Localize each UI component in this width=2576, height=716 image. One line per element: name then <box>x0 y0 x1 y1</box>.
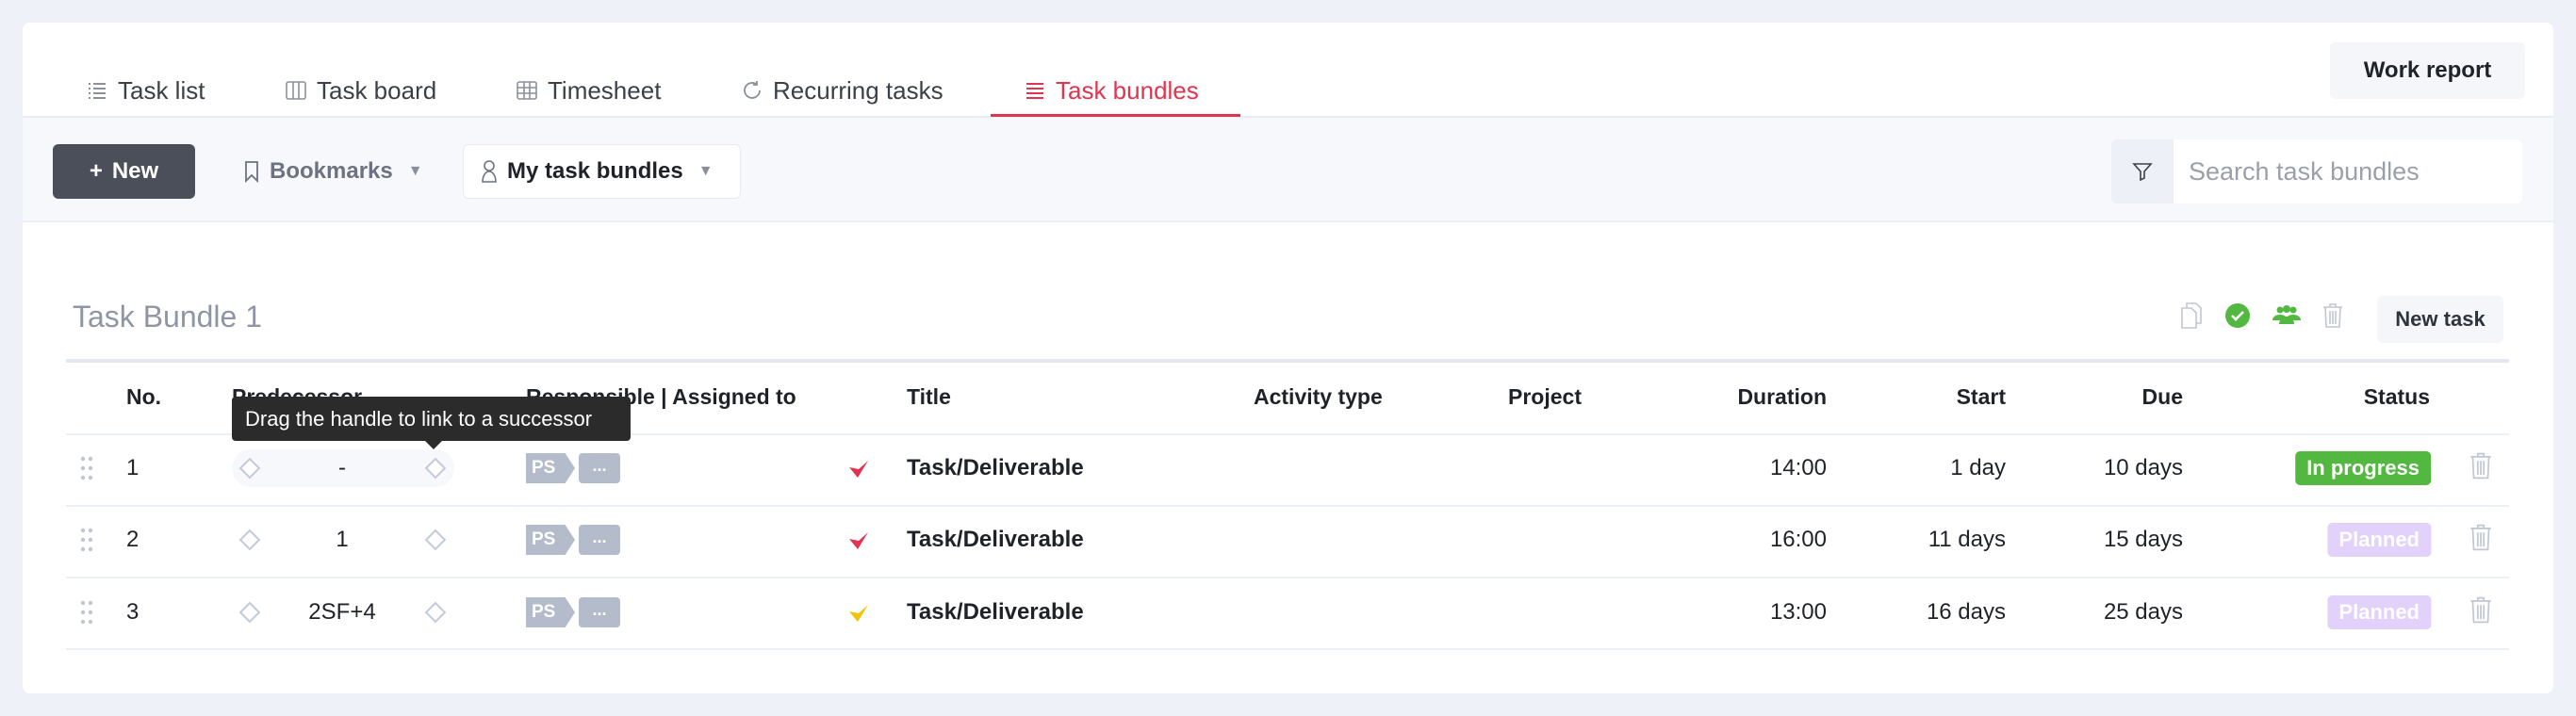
board-icon <box>286 81 306 100</box>
filter-icon <box>2132 163 2153 182</box>
duration: 16:00 <box>1769 527 1827 552</box>
due: 25 days <box>2103 599 2183 625</box>
search-input[interactable] <box>2174 139 2522 203</box>
new-button[interactable]: + New <box>53 144 195 199</box>
drag-handle-icon[interactable] <box>80 456 93 480</box>
start: 1 day <box>1950 455 2006 480</box>
tab-task-board[interactable]: Task board <box>285 70 436 111</box>
check-circle-icon[interactable] <box>2222 300 2254 332</box>
refresh-icon <box>744 81 761 99</box>
task-title[interactable]: Task/Deliverable <box>907 527 1084 553</box>
responsible-badge[interactable]: PS <box>526 525 575 555</box>
new-label: New <box>111 158 159 184</box>
assignee-badges[interactable]: PS... <box>526 525 620 555</box>
row-number: 3 <box>126 599 139 625</box>
column-header-duration[interactable]: Duration <box>1737 384 1827 410</box>
column-header-title[interactable]: Title <box>907 384 951 410</box>
user-icon <box>482 160 497 183</box>
tab-task-bundles[interactable]: Task bundles <box>1024 70 1199 111</box>
more-assignees-badge[interactable]: ... <box>579 525 620 555</box>
status-badge[interactable]: In progress <box>2295 451 2431 485</box>
tab-timesheet[interactable]: Timesheet <box>516 70 661 111</box>
row-divider <box>66 505 2509 507</box>
bundle-title: Task Bundle 1 <box>73 300 263 334</box>
search-box <box>2111 139 2522 203</box>
new-task-button[interactable]: New task <box>2377 296 2503 343</box>
copy-icon[interactable] <box>2175 300 2207 332</box>
tooltip: Drag the handle to link to a successor <box>232 397 631 449</box>
duration: 13:00 <box>1769 599 1827 625</box>
column-header-activity-type[interactable]: Activity type <box>1254 384 1383 410</box>
due: 10 days <box>2103 455 2183 480</box>
duration: 14:00 <box>1769 455 1827 480</box>
column-header-project[interactable]: Project <box>1508 384 1582 410</box>
list-icon <box>89 83 106 99</box>
row-divider <box>66 648 2509 650</box>
plus-icon: + <box>89 158 103 184</box>
trash-icon[interactable] <box>2317 300 2349 332</box>
trash-icon[interactable] <box>2469 524 2492 557</box>
my-task-bundles-dropdown[interactable]: My task bundles ▼ <box>463 144 741 199</box>
header-divider <box>66 359 2509 363</box>
task-title[interactable]: Task/Deliverable <box>907 599 1084 626</box>
column-header-status[interactable]: Status <box>2364 384 2430 410</box>
drag-handle-icon[interactable] <box>80 528 93 552</box>
status-badge[interactable]: Planned <box>2327 523 2431 557</box>
caret-down-icon: ▼ <box>697 163 714 179</box>
status-badge[interactable]: Planned <box>2327 595 2431 629</box>
grid-icon <box>517 81 537 100</box>
caret-down-icon: ▼ <box>407 163 423 179</box>
check-mark-icon[interactable] <box>848 530 869 549</box>
people-icon[interactable] <box>2271 300 2303 332</box>
tab-recurring-tasks[interactable]: Recurring tasks <box>741 70 943 111</box>
drag-handle-icon[interactable] <box>80 600 93 625</box>
bookmarks-dropdown[interactable]: Bookmarks ▼ <box>243 144 423 199</box>
row-number: 1 <box>126 455 139 480</box>
filter-button[interactable] <box>2111 139 2174 203</box>
predecessor-value[interactable]: - <box>338 455 346 481</box>
tab-label: Recurring tasks <box>773 75 943 105</box>
assignee-badges[interactable]: PS... <box>526 453 620 483</box>
column-header-no[interactable]: No. <box>126 384 161 410</box>
column-header-due[interactable]: Due <box>2142 384 2183 410</box>
active-tab-indicator <box>991 114 1240 117</box>
filter-label: My task bundles <box>507 158 683 184</box>
responsible-badge[interactable]: PS <box>526 453 575 483</box>
check-mark-icon[interactable] <box>848 459 869 478</box>
work-report-button[interactable]: Work report <box>2330 42 2525 99</box>
more-assignees-badge[interactable]: ... <box>579 453 620 483</box>
trash-icon[interactable] <box>2469 596 2492 629</box>
assignee-badges[interactable]: PS... <box>526 597 620 627</box>
check-mark-icon[interactable] <box>848 603 869 622</box>
bookmarks-label: Bookmarks <box>270 158 393 184</box>
tab-label: Timesheet <box>548 75 662 105</box>
more-assignees-badge[interactable]: ... <box>579 597 620 627</box>
start: 16 days <box>1926 599 2006 625</box>
tab-label: Task bundles <box>1056 75 1199 105</box>
tab-label: Task board <box>317 75 437 105</box>
tab-label: Task list <box>118 75 205 105</box>
task-title[interactable]: Task/Deliverable <box>907 455 1084 481</box>
start: 11 days <box>1928 527 2006 552</box>
predecessor-value[interactable]: 2SF+4 <box>308 599 375 626</box>
row-divider <box>66 577 2509 578</box>
bookmark-icon <box>245 161 258 183</box>
tab-task-list[interactable]: Task list <box>86 70 205 111</box>
tab-bar: Task list Task board Timesheet Recurring… <box>23 23 2553 118</box>
responsible-badge[interactable]: PS <box>526 597 575 627</box>
bundle-list-icon <box>1026 83 1043 99</box>
column-header-start[interactable]: Start <box>1957 384 2006 410</box>
trash-icon[interactable] <box>2469 452 2492 485</box>
predecessor-value[interactable]: 1 <box>336 527 348 553</box>
due: 15 days <box>2103 527 2183 552</box>
row-number: 2 <box>126 527 139 552</box>
